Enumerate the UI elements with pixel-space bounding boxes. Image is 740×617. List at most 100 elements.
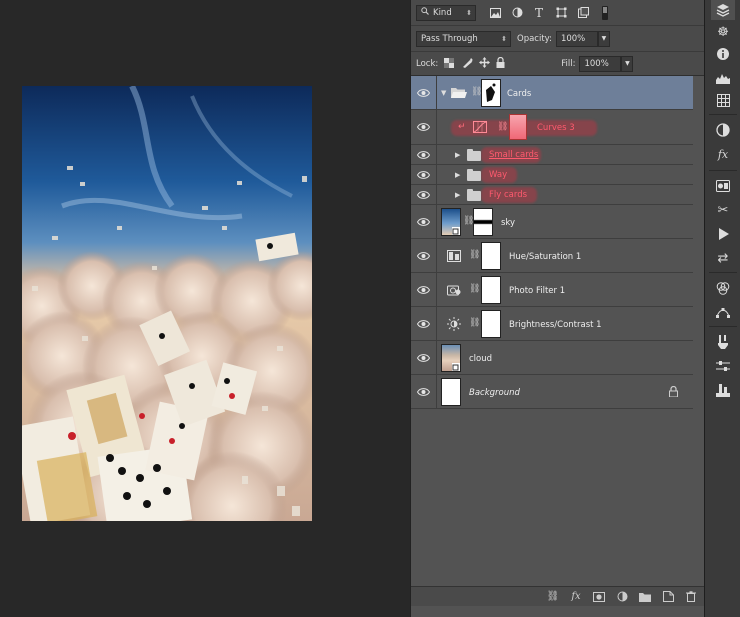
layer-mask-thumbnail[interactable]	[473, 208, 493, 236]
layer-mask-thumbnail[interactable]	[481, 242, 501, 270]
blend-mode-dropdown[interactable]: Pass Through ⬍	[416, 30, 511, 47]
layer-mask-thumbnail[interactable]	[481, 79, 501, 107]
add-mask-icon[interactable]	[593, 591, 605, 603]
visibility-toggle[interactable]	[411, 145, 437, 164]
paths-icon[interactable]	[711, 302, 735, 322]
smart-object-filter-icon[interactable]	[576, 6, 590, 20]
layer-name: Small cards	[489, 150, 539, 160]
layer-name: Curves 3	[537, 123, 575, 133]
layer-row-hue-saturation-1[interactable]: ⛓ Hue/Saturation 1	[411, 239, 693, 273]
filter-toggle-icon[interactable]	[598, 5, 612, 20]
layers-panel-icon[interactable]	[711, 0, 735, 20]
visibility-toggle[interactable]	[411, 76, 437, 109]
type-filter-icon[interactable]: T	[532, 6, 546, 20]
layer-mask-thumbnail[interactable]	[481, 310, 501, 338]
lock-pixels-icon[interactable]	[462, 57, 473, 71]
opacity-slider-toggle[interactable]: ▼	[597, 30, 610, 47]
info-icon[interactable]	[711, 44, 735, 64]
lock-position-icon[interactable]	[479, 56, 491, 71]
brush-icon[interactable]	[711, 332, 735, 352]
layer-mask-thumbnail[interactable]	[509, 114, 527, 140]
visibility-toggle[interactable]	[411, 205, 437, 238]
new-group-icon[interactable]	[639, 591, 651, 603]
brush-settings-icon[interactable]	[711, 356, 735, 376]
fill-value: 100%	[584, 58, 609, 69]
histogram-icon[interactable]	[711, 68, 735, 88]
lock-icon[interactable]	[669, 386, 678, 397]
new-layer-icon[interactable]	[662, 591, 674, 603]
visibility-toggle[interactable]	[411, 185, 437, 204]
layer-thumbnail[interactable]	[441, 208, 461, 236]
channels-icon[interactable]	[711, 176, 735, 196]
opacity-input[interactable]: 100%	[555, 30, 598, 47]
shape-filter-icon[interactable]	[554, 6, 568, 20]
layer-row-small-cards[interactable]: ▶ Small cards	[411, 145, 693, 165]
collapse-arrow-icon[interactable]: ▶	[455, 151, 460, 159]
collapse-arrow-icon[interactable]: ▶	[455, 191, 460, 199]
blend-mode-value: Pass Through	[421, 33, 478, 44]
layer-row-brightness-contrast-1[interactable]: ⛓ Brightness/Contrast 1	[411, 307, 693, 341]
layer-filter-bar: Kind ⬍ T	[411, 0, 705, 26]
layer-name: Background	[469, 388, 520, 398]
layer-row-sky[interactable]: ⛓ sky	[411, 205, 693, 239]
right-panel-dock: ☸ fx ✂ ⇄	[704, 0, 740, 617]
lock-transparent-icon[interactable]	[444, 57, 456, 70]
filter-kind-dropdown[interactable]: Kind ⬍	[416, 4, 476, 21]
layer-name: Photo Filter 1	[509, 286, 566, 296]
eye-icon	[417, 217, 430, 226]
trash-icon[interactable]	[685, 591, 697, 603]
visibility-toggle[interactable]	[411, 239, 437, 272]
layer-name: Cards	[507, 89, 532, 99]
clone-source-icon[interactable]	[711, 380, 735, 400]
expand-arrow-icon[interactable]: ▼	[441, 89, 446, 97]
layer-row-way[interactable]: ▶ Way	[411, 165, 693, 185]
layer-row-photo-filter-1[interactable]: ⛓ Photo Filter 1	[411, 273, 693, 307]
visibility-toggle[interactable]	[411, 307, 437, 340]
smart-object-badge-icon	[452, 363, 460, 371]
adjustments-icon[interactable]	[711, 120, 735, 140]
opacity-value: 100%	[560, 33, 586, 44]
layer-row-curves-3[interactable]: ↵ ⛓ Curves 3	[411, 110, 693, 145]
link-icon: ⛓	[469, 284, 481, 294]
visibility-toggle[interactable]	[411, 273, 437, 306]
layer-name: Way	[489, 170, 508, 180]
layer-row-cloud[interactable]: cloud	[411, 341, 693, 375]
layer-list[interactable]: ▼ ⛓ Cards ↵ ⛓ Curves 3 ▶ Small cards ▶ W…	[411, 76, 705, 586]
visibility-toggle[interactable]	[411, 375, 437, 408]
navigator-icon[interactable]: ☸	[711, 22, 735, 42]
layer-mask-thumbnail[interactable]	[481, 276, 501, 304]
photo-filter-icon	[447, 285, 461, 296]
layers-panel: Kind ⬍ T Pass Through ⬍ Opacity: 100% ▼ …	[410, 0, 705, 617]
adjustment-filter-icon[interactable]	[510, 6, 524, 20]
eye-icon	[417, 190, 430, 199]
visibility-toggle[interactable]	[411, 341, 437, 374]
history-icon[interactable]: ⇄	[711, 248, 735, 268]
eye-icon	[417, 170, 430, 179]
layer-thumbnail[interactable]	[441, 378, 461, 406]
pixel-filter-icon[interactable]	[488, 6, 502, 20]
visibility-toggle[interactable]	[411, 110, 437, 144]
lock-options-bar: Lock: Fill: 100% ▼	[411, 52, 705, 76]
link-layers-icon[interactable]: ⛓	[547, 591, 560, 603]
color-icon[interactable]	[711, 278, 735, 298]
layer-thumbnail[interactable]	[441, 344, 461, 372]
swatches-icon[interactable]	[711, 90, 735, 110]
collapse-arrow-icon[interactable]: ▶	[455, 171, 460, 179]
search-icon	[421, 7, 429, 18]
lock-all-icon[interactable]	[496, 56, 505, 71]
layer-row-fly-cards[interactable]: ▶ Fly cards	[411, 185, 693, 205]
visibility-toggle[interactable]	[411, 165, 437, 184]
fill-input[interactable]: 100%	[579, 55, 622, 72]
new-adjustment-icon[interactable]	[616, 591, 628, 603]
fill-slider-toggle[interactable]: ▼	[621, 55, 634, 72]
layer-row-cards[interactable]: ▼ ⛓ Cards	[411, 76, 693, 110]
canvas-area[interactable]	[0, 0, 410, 617]
actions-icon[interactable]	[711, 224, 735, 244]
layer-row-background[interactable]: Background	[411, 375, 693, 409]
fx-icon[interactable]: fx	[570, 591, 582, 603]
document-canvas[interactable]	[22, 86, 312, 521]
folder-icon	[467, 189, 481, 201]
tools-presets-icon[interactable]: ✂	[711, 200, 735, 220]
styles-icon[interactable]: fx	[711, 144, 735, 164]
link-icon: ⛓	[469, 318, 481, 328]
